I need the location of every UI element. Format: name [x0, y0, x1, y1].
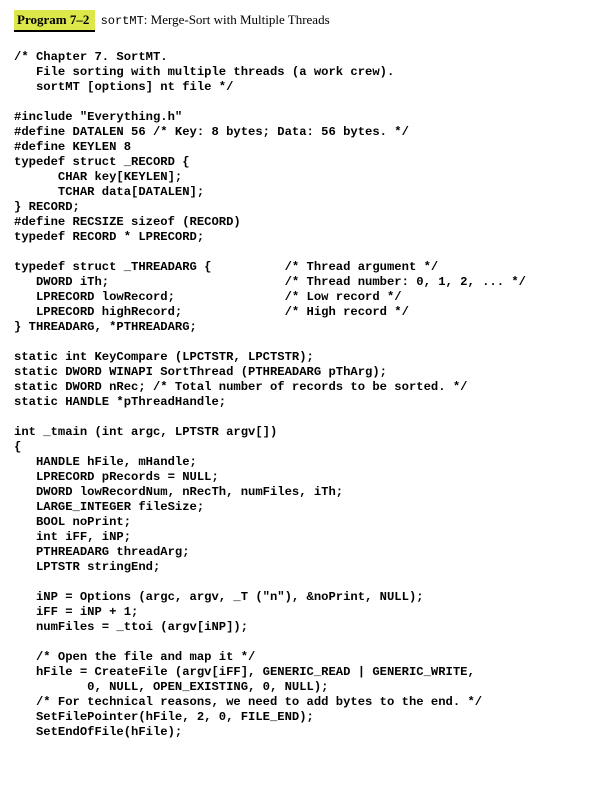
- program-desc-sep: :: [144, 12, 148, 27]
- program-header: Program 7–2 sortMT: Merge-Sort with Mult…: [14, 10, 591, 32]
- program-command: sortMT: [101, 14, 144, 28]
- program-description: Merge-Sort with Multiple Threads: [151, 12, 330, 27]
- code-listing: /* Chapter 7. SortMT. File sorting with …: [14, 50, 591, 740]
- program-number-badge: Program 7–2: [14, 10, 95, 32]
